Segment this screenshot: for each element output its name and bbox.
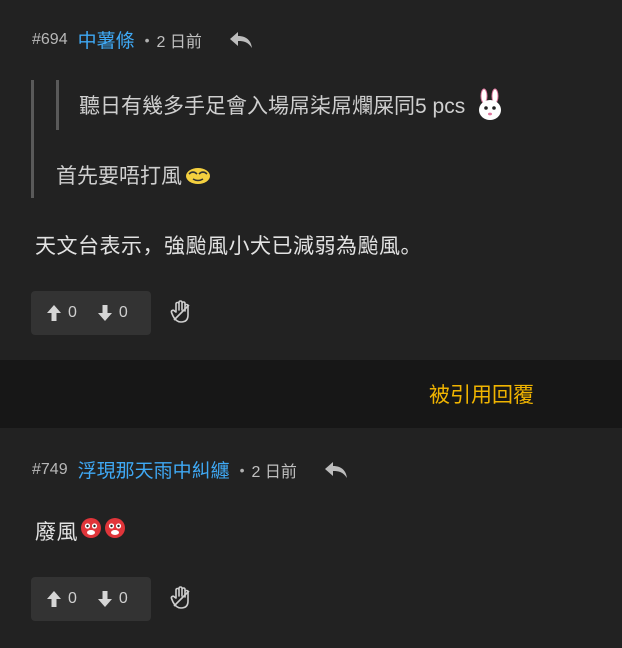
downvote-button[interactable]: 0	[97, 590, 128, 608]
face-emoji-icon	[184, 164, 212, 186]
quote-text-2: 首先要唔打風	[56, 165, 182, 188]
upvote-count: 0	[68, 590, 77, 607]
post-749: #749 浮現那天雨中糾纏 • 2 日前 廢風 0 0	[0, 428, 622, 648]
quoted-reply-link[interactable]: 被引用回覆	[429, 379, 534, 409]
username-link[interactable]: 中薯條	[78, 26, 135, 53]
upvote-button[interactable]: 0	[46, 304, 77, 322]
downvote-count: 0	[118, 304, 128, 321]
upvote-button[interactable]: 0	[46, 590, 77, 608]
post-number: #694	[32, 30, 68, 48]
quoted-reply-bar: 被引用回覆	[0, 360, 622, 428]
hand-icon[interactable]	[170, 300, 192, 324]
post-body: 天文台表示，強颱風小犬已減弱為颱風。	[35, 235, 422, 258]
quote-text-2-wrapper: 首先要唔打風	[56, 160, 212, 190]
bunny-emoji-icon	[473, 88, 507, 122]
separator-dot: •	[144, 31, 150, 48]
post-header: #694 中薯條 • 2 日前	[32, 26, 254, 53]
username-link[interactable]: 浮現那天雨中糾纏	[78, 456, 230, 483]
blockquote: 聽日有幾多手足會入場屌柒屌爛屎同5 pcs 首先要唔打風	[31, 80, 594, 198]
upvote-count: 0	[68, 304, 77, 321]
vote-box: 0 0	[31, 291, 151, 335]
face-emoji-icon	[80, 517, 102, 545]
post-time: 2 日前	[156, 33, 202, 51]
reply-icon[interactable]	[323, 459, 349, 481]
thumb-up-arrow-icon	[47, 591, 61, 607]
thumb-down-arrow-icon	[97, 591, 112, 607]
nested-blockquote: 聽日有幾多手足會入場屌柒屌爛屎同5 pcs	[56, 80, 507, 130]
quote-text-1: 聽日有幾多手足會入場屌柒屌爛屎同5 pcs	[79, 95, 466, 118]
face-emoji-icon	[104, 517, 126, 545]
separator-dot: •	[239, 461, 245, 478]
thumb-up-arrow-icon	[47, 305, 61, 321]
reply-icon[interactable]	[228, 29, 254, 51]
post-body: 廢風	[35, 521, 78, 544]
downvote-count: 0	[118, 590, 128, 607]
thumb-down-arrow-icon	[97, 305, 112, 321]
post-header: #749 浮現那天雨中糾纏 • 2 日前	[32, 456, 349, 483]
hand-icon[interactable]	[170, 586, 192, 610]
downvote-button[interactable]: 0	[97, 304, 128, 322]
post-number: #749	[32, 460, 68, 478]
post-body-wrapper: 廢風	[35, 516, 126, 546]
post-694: #694 中薯條 • 2 日前 聽日有幾多手足會入場屌柒屌爛屎同5 pcs 首先…	[0, 0, 622, 360]
post-time: 2 日前	[251, 463, 297, 481]
vote-box: 0 0	[31, 577, 151, 621]
